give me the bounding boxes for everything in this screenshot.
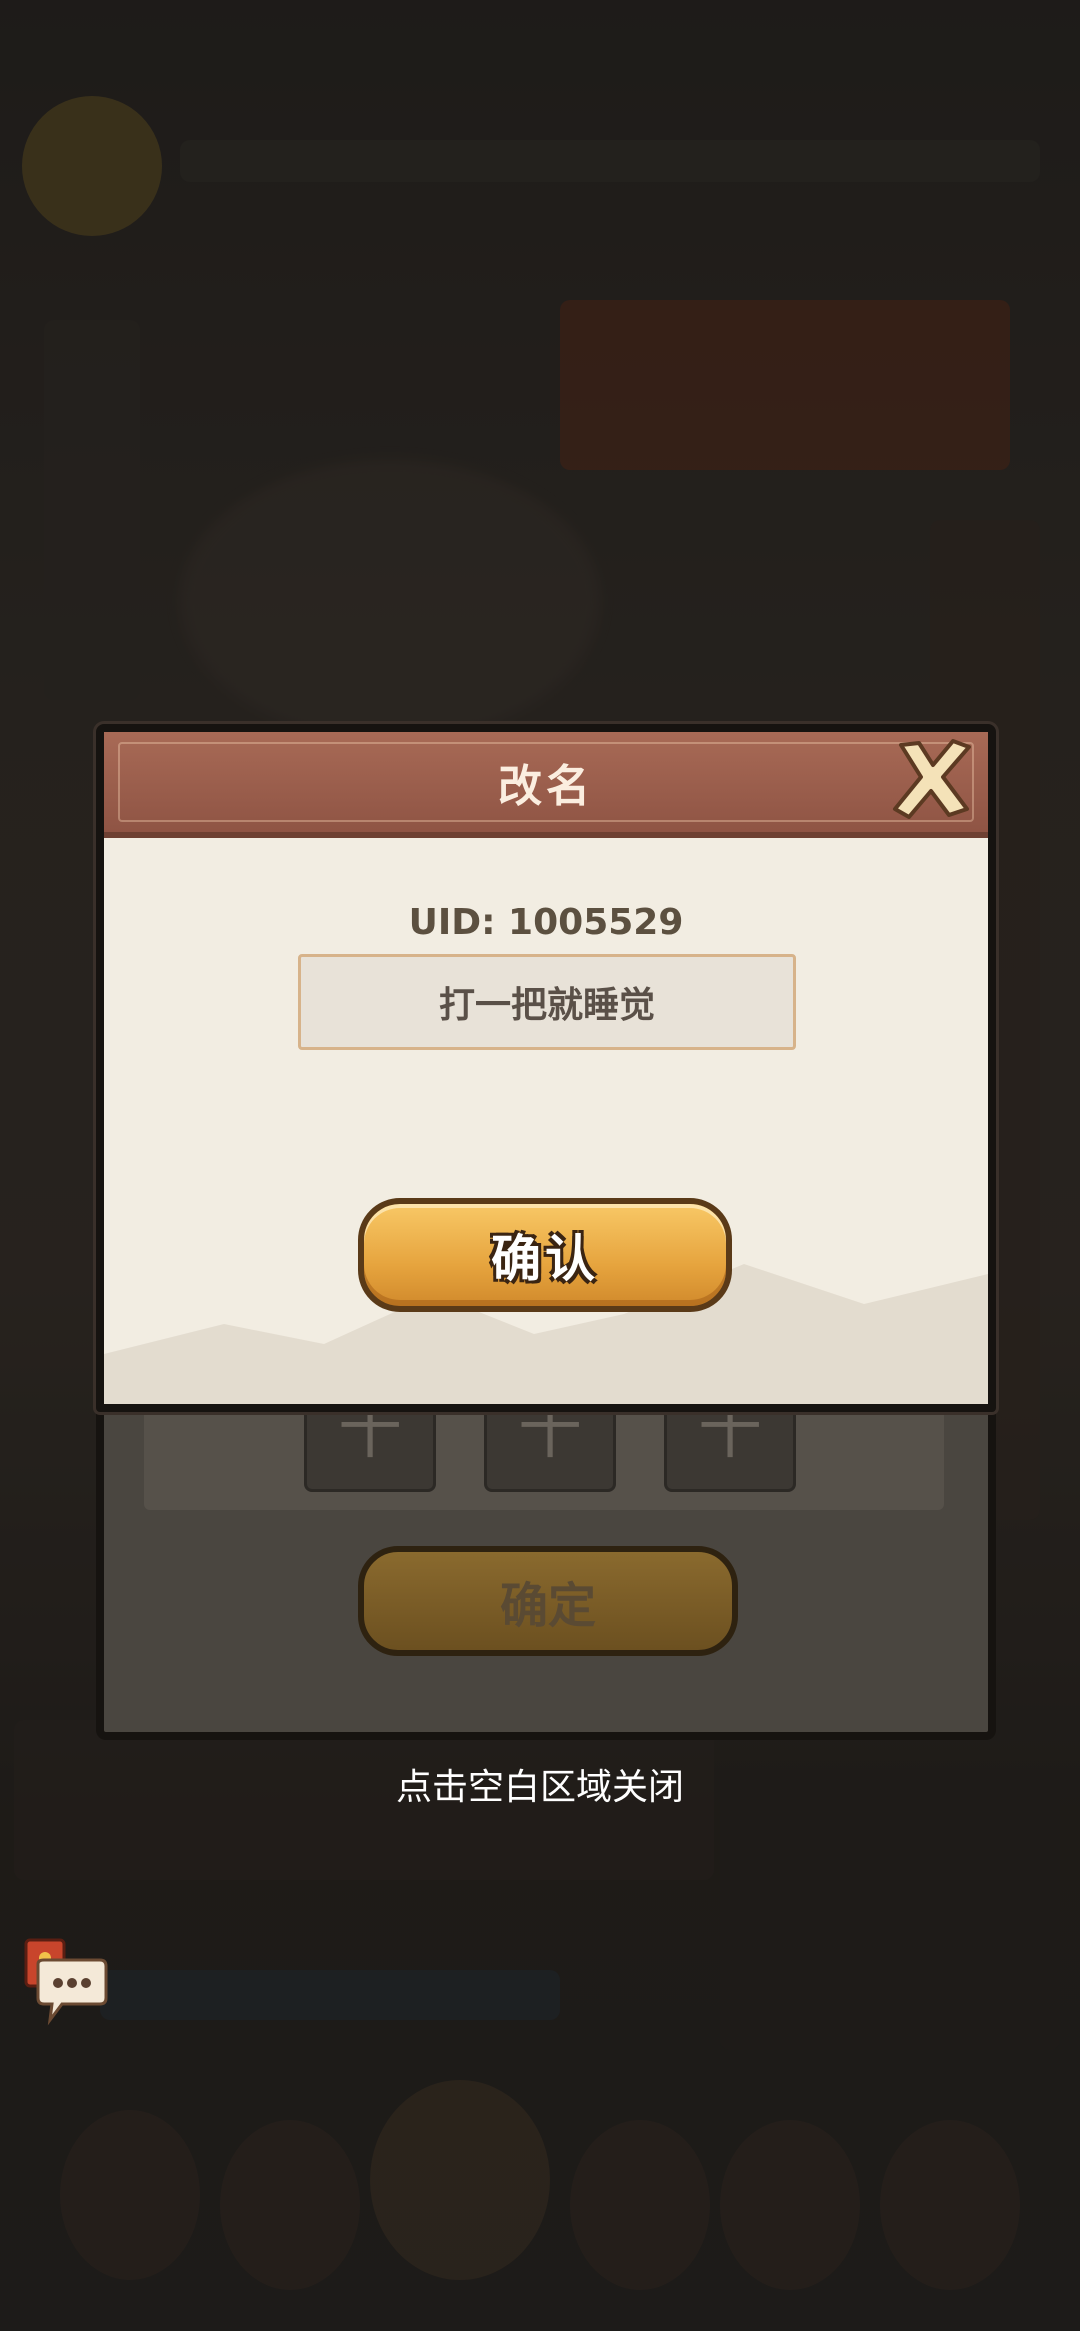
team-setup-dialog: 十 十 十 确定 bbox=[96, 1370, 996, 1740]
close-button[interactable] bbox=[882, 728, 982, 828]
nickname-input[interactable] bbox=[298, 954, 796, 1050]
close-hint: 点击空白区域关闭 bbox=[395, 1767, 684, 1808]
confirm-button[interactable]: 确认 bbox=[358, 1198, 732, 1312]
confirm-label: 确认 bbox=[491, 1230, 599, 1288]
rename-dialog: 改名 UID: 1005529 确认 bbox=[96, 724, 996, 1412]
dialog-title: 改名 bbox=[498, 761, 594, 812]
close-x-icon bbox=[893, 739, 971, 819]
chat-button[interactable] bbox=[22, 1936, 114, 2028]
back-confirm-label: 确定 bbox=[499, 1578, 596, 1634]
back-confirm-button[interactable]: 确定 bbox=[358, 1546, 738, 1656]
dialog-header: 改名 bbox=[104, 732, 988, 838]
uid-label: UID: 1005529 bbox=[408, 902, 684, 943]
chat-bubble-icon bbox=[36, 1958, 108, 2026]
